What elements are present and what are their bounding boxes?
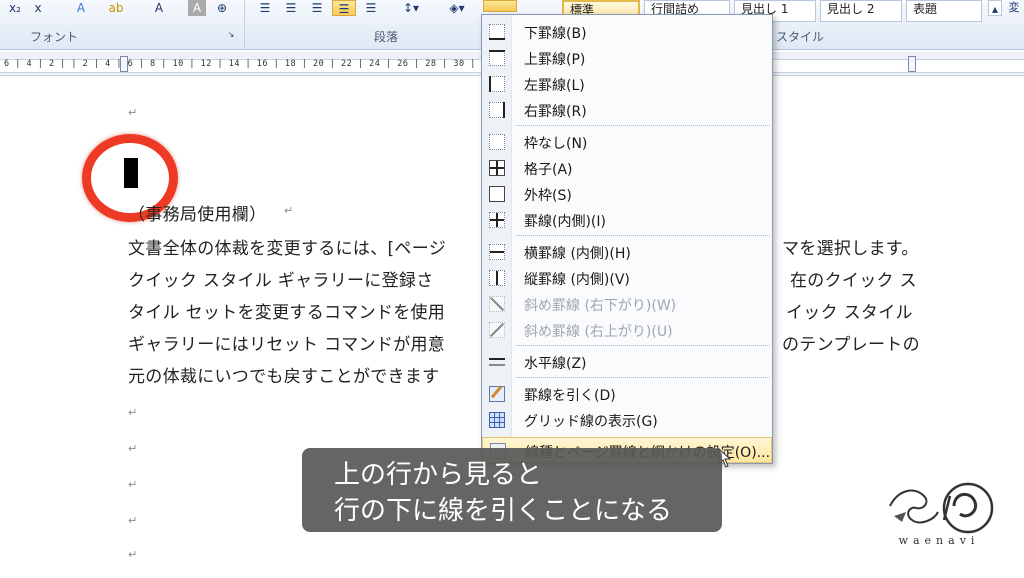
distributed-button[interactable]: ☰ [360, 0, 382, 16]
paragraph-mark: ↵ [128, 106, 138, 119]
no-border-icon [489, 134, 505, 150]
border-top-icon [489, 50, 505, 66]
text-effects-button[interactable]: A [70, 0, 92, 16]
borders-button[interactable] [483, 0, 517, 12]
subtitle-caption: 上の行から見ると 行の下に線を引くことになる [302, 448, 722, 532]
doc-line-1-end: マを選択します。 [782, 239, 919, 259]
paragraph-mark: ↵ [284, 204, 294, 217]
menu-item-all-borders[interactable]: 格子(A) [482, 155, 772, 181]
right-indent-marker[interactable] [908, 56, 916, 72]
borders-menu: 下罫線(B) 上罫線(P) 左罫線(L) 右罫線(R) 枠なし(N) 格子(A)… [481, 14, 773, 464]
subscript-button[interactable]: x₂ [6, 0, 24, 16]
diagonal-up-icon [489, 322, 505, 338]
diagonal-down-icon [489, 296, 505, 312]
enclose-char-button[interactable]: ⊕ [212, 0, 232, 16]
justify-button[interactable]: ☰ [332, 0, 356, 16]
border-right-icon [489, 102, 505, 118]
inside-borders-icon [489, 212, 505, 228]
menu-item-inside-borders[interactable]: 罫線(内側)(I) [482, 207, 772, 233]
menu-item-inside-vertical[interactable]: 縦罫線 (内側)(V) [482, 265, 772, 291]
view-gridlines-icon [489, 412, 505, 428]
border-left-icon [489, 76, 505, 92]
style-heading2[interactable]: 見出し 2 [820, 0, 902, 22]
menu-item-top-border[interactable]: 上罫線(P) [482, 45, 772, 71]
font-color-button[interactable]: A [148, 0, 170, 16]
menu-item-horizontal-line[interactable]: 水平線(Z) [482, 349, 772, 375]
menu-item-inside-horizontal[interactable]: 横罫線 (内側)(H) [482, 239, 772, 265]
doc-line-2: クイック スタイル ギャラリーに登録さ [128, 271, 434, 291]
paragraph-mark: ↵ [128, 442, 138, 455]
highlight-button[interactable]: ab [104, 0, 128, 16]
caption-line-1: 上の行から見ると [334, 460, 543, 490]
align-right-button[interactable]: ☰ [306, 0, 328, 16]
menu-item-diagonal-down[interactable]: 斜め罫線 (右下がり)(W) [482, 291, 772, 317]
paragraph-mark: ↵ [128, 514, 138, 527]
char-shading-button[interactable]: A [188, 0, 206, 16]
paragraph-mark: ↵ [128, 406, 138, 419]
all-borders-icon [489, 160, 505, 176]
border-bottom-icon [489, 24, 505, 40]
doc-line-2-end: 在のクイック ス [790, 271, 917, 291]
menu-item-no-border[interactable]: 枠なし(N) [482, 129, 772, 155]
menu-item-bottom-border[interactable]: 下罫線(B) [482, 19, 772, 45]
outside-borders-icon [489, 186, 505, 202]
horizontal-line-icon [489, 354, 505, 370]
inside-vertical-icon [489, 270, 505, 286]
logo-wordmark: waenavi [898, 534, 980, 547]
doc-line-4: ギャラリーにはリセット コマンドが用意 [128, 335, 446, 355]
align-left-button[interactable]: ☰ [254, 0, 276, 16]
style-title[interactable]: 表題 [906, 0, 982, 22]
doc-line-1: 文書全体の体裁を変更するには、[ページ [128, 239, 446, 259]
superscript-button[interactable]: x [30, 0, 46, 16]
draw-table-icon [489, 385, 505, 402]
word-window: x₂ x A ab A A ⊕ ☰ ☰ ☰ ☰ ☰ ↕▾ ◈▾ 標準 行間詰め … [0, 0, 1024, 578]
menu-item-left-border[interactable]: 左罫線(L) [482, 71, 772, 97]
font-group-label: フォント [30, 30, 79, 44]
menu-item-draw-table[interactable]: 罫線を引く(D) [482, 381, 772, 407]
style-scroll-button[interactable]: ▴ [988, 0, 1002, 16]
menu-item-diagonal-up[interactable]: 斜め罫線 (右上がり)(U) [482, 317, 772, 343]
doc-heading: （事務局使用欄） [128, 205, 267, 225]
doc-line-4-end: のテンプレートの [782, 335, 920, 355]
align-center-button[interactable]: ☰ [280, 0, 302, 16]
menu-item-view-gridlines[interactable]: グリッド線の表示(G) [482, 407, 772, 433]
doc-line-3: タイル セットを変更するコマンドを使用 [128, 303, 446, 323]
menu-item-right-border[interactable]: 右罫線(R) [482, 97, 772, 123]
style-group-label: スタイル [776, 30, 825, 44]
paragraph-group-label: 段落 [374, 30, 399, 44]
font-dialog-launcher[interactable]: ↘ [226, 30, 236, 40]
menu-item-outside-borders[interactable]: 外枠(S) [482, 181, 772, 207]
paragraph-mark: ↵ [128, 548, 138, 561]
paragraph-mark: ↵ [128, 478, 138, 491]
inside-horizontal-icon [489, 244, 505, 260]
change-styles-button[interactable]: 変 [1004, 0, 1024, 16]
line-spacing-button[interactable]: ↕▾ [398, 0, 424, 16]
caption-line-2: 行の下に線を引くことになる [334, 496, 673, 526]
indent-marker[interactable] [120, 56, 128, 72]
doc-line-3-end: イック スタイル [786, 303, 913, 323]
doc-line-5: 元の体裁にいつでも戻すことができます [128, 367, 440, 387]
shading-button[interactable]: ◈▾ [444, 0, 470, 16]
